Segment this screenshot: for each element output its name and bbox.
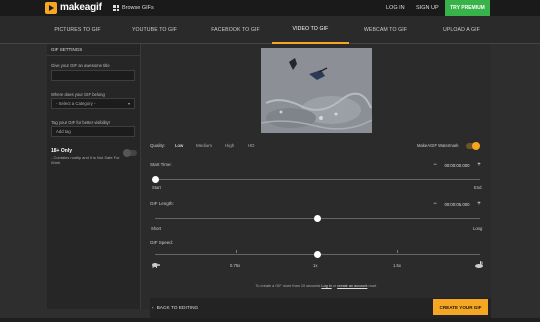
minus-icon[interactable]: −: [432, 201, 438, 207]
play-logo-icon: [45, 1, 57, 14]
gif-speed-label: GIF Speed:: [150, 240, 174, 245]
page-bottom-strip: [0, 318, 540, 322]
gif-speed-handle[interactable]: [314, 251, 321, 258]
signup-link[interactable]: SIGN UP: [416, 5, 439, 11]
start-time-label: Start Time:: [150, 162, 172, 167]
gif-length-handle[interactable]: [314, 215, 321, 222]
tab-upload-a-gif[interactable]: UPLOAD A GIF: [423, 16, 500, 44]
browse-gifs-link[interactable]: Browse GIFs: [113, 2, 154, 14]
watermark-label: MakeAGIF Watermark: [417, 143, 459, 148]
browse-gifs-label: Browse GIFs: [122, 5, 154, 11]
tag-field-label: Tag your GIF for better visibility!: [51, 120, 110, 125]
video-editor-panel: Quality: Low Medium High HD MakeAGIF Wat…: [141, 44, 491, 309]
start-time-handle[interactable]: [151, 176, 159, 183]
skydiving-video-frame: [261, 48, 372, 133]
login-link[interactable]: LOG IN: [386, 5, 405, 11]
gif-length-stepper[interactable]: − 00:00:05.000 +: [432, 199, 482, 209]
title-input[interactable]: [51, 70, 135, 81]
category-field-label: Where does your GIF belong: [51, 92, 105, 97]
create-account-link[interactable]: create an account: [337, 284, 367, 288]
quality-label: Quality:: [150, 143, 166, 148]
quality-option-medium[interactable]: Medium: [196, 143, 212, 148]
adult-only-title: 18+ Only: [51, 148, 72, 154]
watermark-toggle[interactable]: [466, 142, 480, 150]
title-field-label: Give your GIF an awesome title: [51, 63, 110, 68]
speed-tick: [236, 250, 237, 253]
tag-input[interactable]: Add tag: [51, 126, 135, 137]
tab-webcam-to-gif[interactable]: WEBCAM TO GIF: [347, 16, 424, 44]
quality-option-low[interactable]: Low: [175, 143, 183, 148]
speed-tick-label: 1.5x: [393, 263, 401, 268]
rabbit-icon: [475, 261, 483, 268]
logo-text: makeagif: [60, 2, 102, 13]
plus-icon[interactable]: +: [476, 201, 482, 207]
turtle-icon: [152, 263, 160, 268]
back-to-editing-button[interactable]: ‹ BACK TO EDITING: [152, 302, 198, 314]
back-to-editing-label: BACK TO EDITING: [156, 305, 199, 311]
tab-video-to-gif[interactable]: VIDEO TO GIF: [272, 16, 349, 44]
makeagif-logo[interactable]: makeagif: [45, 1, 102, 14]
gif-settings-heading: GIF SETTINGS: [47, 44, 140, 56]
chevron-left-icon: ‹: [152, 305, 154, 311]
login-inline-link[interactable]: Log in: [321, 284, 331, 288]
gif-length-value[interactable]: 00:00:05.000: [444, 202, 469, 207]
note-text: or: [332, 284, 337, 288]
start-time-track[interactable]: [155, 179, 480, 180]
length-max-label: Long: [473, 226, 483, 231]
adult-only-description: - Contains nudity and it is Not Safe For…: [51, 155, 120, 165]
speed-tick-label: 1x: [313, 263, 318, 268]
adult-only-toggle[interactable]: [123, 149, 137, 157]
tab-youtube-to-gif[interactable]: YOUTUBE TO GIF: [116, 16, 193, 44]
tab-pictures-to-gif[interactable]: PICTURES TO GIF: [39, 16, 116, 44]
create-gif-button[interactable]: CREATE YOUR GIF: [433, 299, 488, 315]
toggle-knob: [472, 142, 480, 150]
note-text: now!: [368, 284, 377, 288]
plus-icon[interactable]: +: [476, 162, 482, 168]
start-time-stepper[interactable]: − 00:00:00.000 +: [432, 160, 482, 170]
try-premium-button[interactable]: TRY PREMIUM: [445, 0, 490, 16]
category-select-value: - Select a Category -: [56, 101, 96, 106]
quality-option-high[interactable]: High: [225, 143, 234, 148]
start-min-label: Start: [152, 185, 161, 190]
speed-tick-label: 0.75x: [230, 263, 241, 268]
category-select[interactable]: - Select a Category - ▾: [51, 98, 135, 109]
gif-settings-sidebar: GIF SETTINGS Give your GIF an awesome ti…: [47, 44, 141, 309]
long-gif-note: To create a GIF more than 10 seconds Log…: [141, 284, 491, 288]
start-max-label: End: [474, 185, 482, 190]
minus-icon[interactable]: −: [432, 162, 438, 168]
length-min-label: Short: [151, 226, 162, 231]
note-text: To create a GIF more than 10 seconds: [255, 284, 321, 288]
grid-icon: [113, 5, 119, 11]
start-time-value[interactable]: 00:00:00.000: [444, 163, 469, 168]
gif-length-label: GIF Length:: [150, 201, 174, 206]
conversion-tabs: PICTURES TO GIF YOUTUBE TO GIF FACEBOOK …: [0, 16, 540, 44]
top-navigation-bar: makeagif Browse GIFs LOG IN SIGN UP TRY …: [0, 0, 540, 16]
video-preview[interactable]: [261, 48, 372, 133]
quality-option-hd[interactable]: HD: [248, 143, 255, 148]
toggle-knob: [123, 149, 131, 157]
chevron-down-icon: ▾: [127, 101, 130, 106]
tab-facebook-to-gif[interactable]: FACEBOOK TO GIF: [197, 16, 274, 44]
speed-tick: [397, 250, 398, 253]
